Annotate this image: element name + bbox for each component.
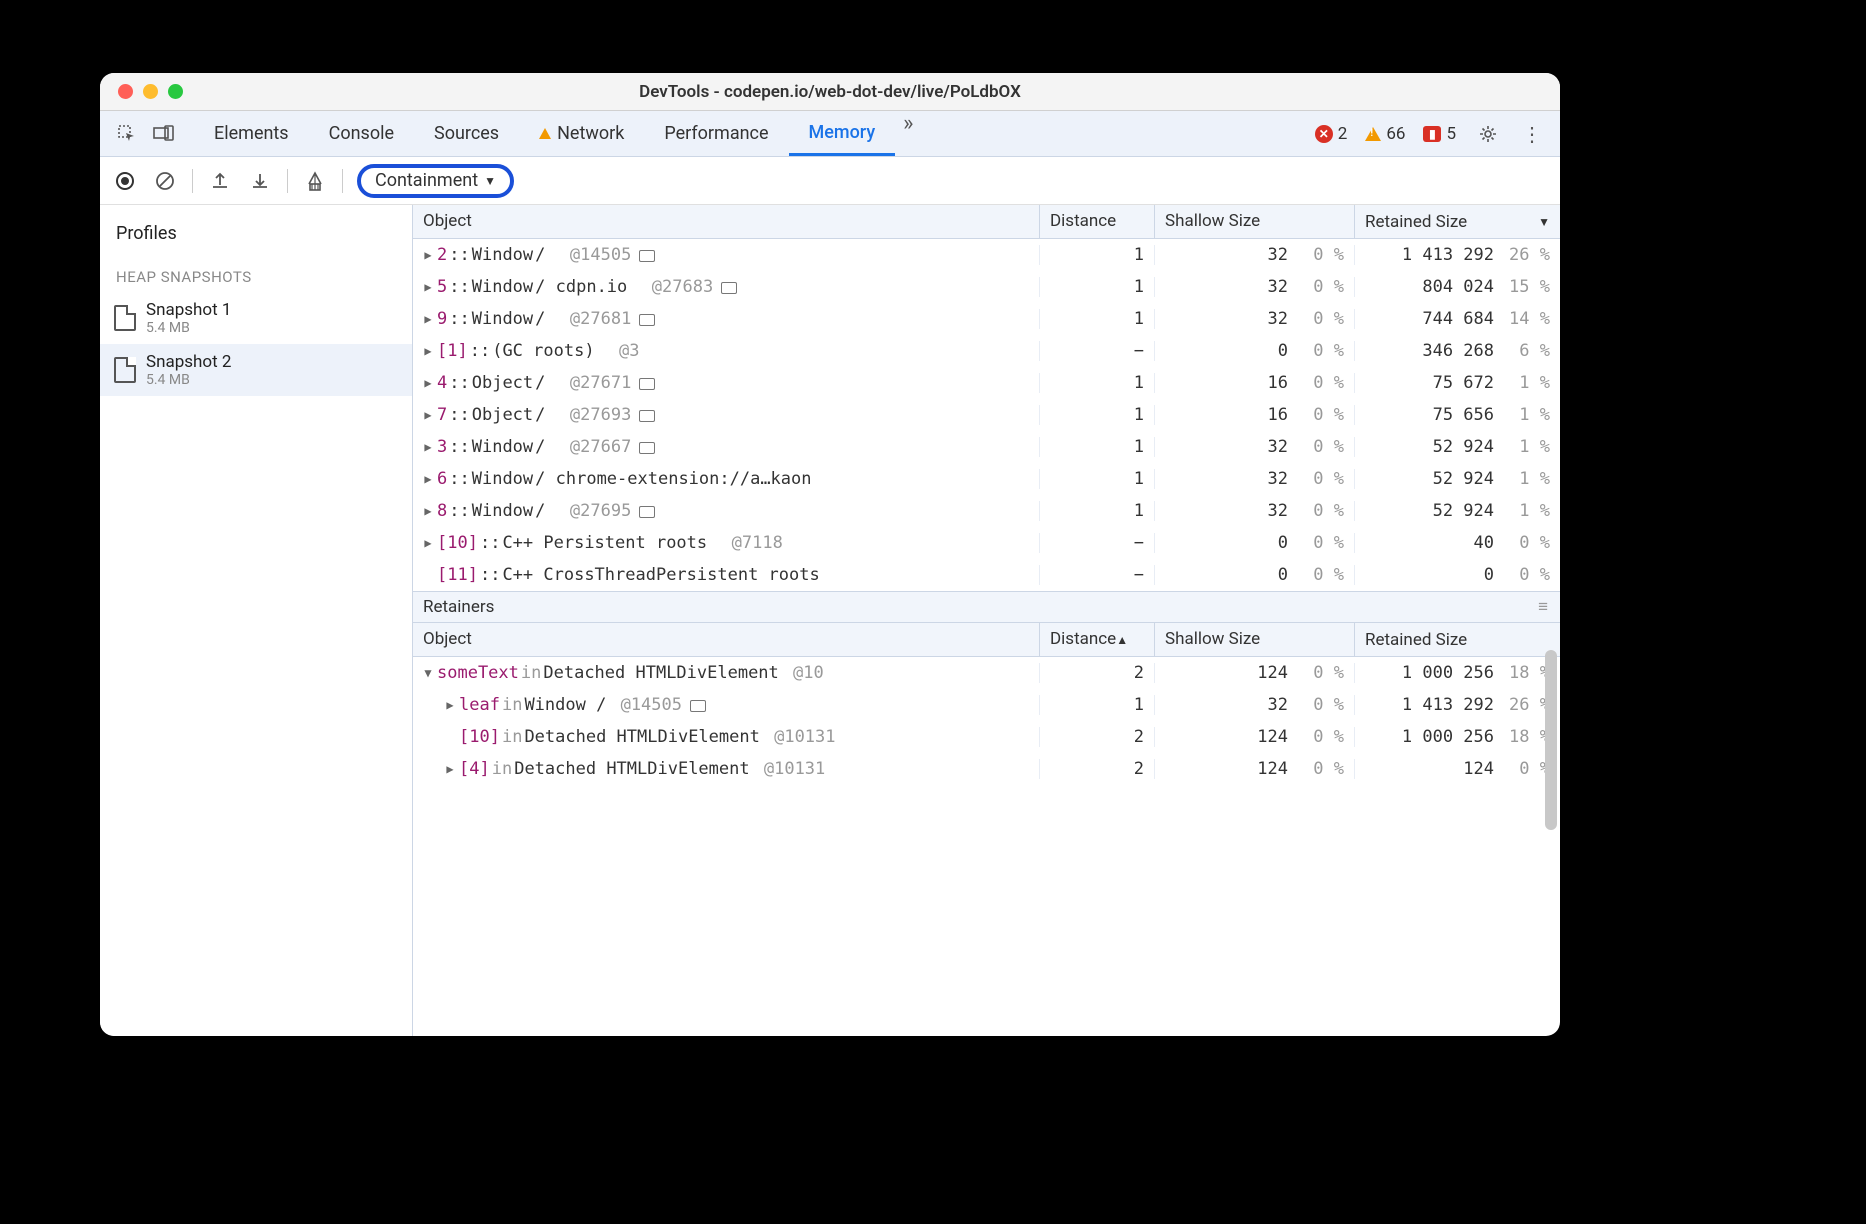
sidebar-section-head: HEAP SNAPSHOTS (100, 262, 412, 292)
error-count[interactable]: ✕2 (1309, 124, 1354, 144)
col-shallow-size[interactable]: Shallow Size (1155, 205, 1355, 238)
expand-icon[interactable]: ▶ (421, 504, 435, 518)
more-tabs-icon[interactable]: » (895, 111, 921, 156)
expand-icon[interactable]: ▶ (443, 762, 457, 776)
chevron-down-icon: ▼ (484, 174, 496, 188)
expand-icon[interactable]: ▶ (443, 698, 457, 712)
expand-icon[interactable]: ▶ (421, 408, 435, 422)
file-icon (114, 305, 136, 331)
sidebar-item-snapshot[interactable]: Snapshot 15.4 MB (100, 292, 412, 344)
expand-icon[interactable]: ▼ (421, 666, 435, 680)
kebab-menu-icon[interactable]: ⋮ (1514, 122, 1550, 146)
expand-icon[interactable]: ▶ (421, 280, 435, 294)
record-icon[interactable] (112, 168, 138, 194)
memory-toolbar: Containment ▼ (100, 157, 1560, 205)
tab-console[interactable]: Console (309, 111, 414, 156)
table-row[interactable]: ▶ leaf in Window / @145051320 %1 413 292… (413, 689, 1560, 721)
tab-sources[interactable]: Sources (414, 111, 519, 156)
garbage-collect-icon[interactable] (302, 168, 328, 194)
window-icon (639, 442, 655, 454)
issue-count[interactable]: ▮5 (1417, 124, 1462, 144)
sidebar-title: Profiles (100, 219, 412, 262)
table-row[interactable]: ▶ 5 :: Window / cdpn.io @276831320 %804 … (413, 271, 1560, 303)
expand-icon[interactable]: ▶ (421, 344, 435, 358)
close-icon[interactable] (118, 84, 133, 99)
table-row[interactable]: ▶ 4 :: Object / @276711160 %75 6721 % (413, 367, 1560, 399)
window-icon (639, 506, 655, 518)
zoom-icon[interactable] (168, 84, 183, 99)
window-title: DevTools - codepen.io/web-dot-dev/live/P… (100, 82, 1560, 102)
window-icon (690, 700, 706, 712)
col-distance[interactable]: Distance▲ (1040, 623, 1155, 656)
inspect-element-icon[interactable] (116, 123, 138, 145)
col-object[interactable]: Object (413, 623, 1040, 656)
minimize-icon[interactable] (143, 84, 158, 99)
table-row[interactable]: [11] :: C++ CrossThreadPersistent roots−… (413, 559, 1560, 591)
load-icon[interactable] (207, 168, 233, 194)
window-titlebar: DevTools - codepen.io/web-dot-dev/live/P… (100, 73, 1560, 111)
col-shallow-size[interactable]: Shallow Size (1155, 623, 1355, 656)
window-icon (721, 282, 737, 294)
clear-icon[interactable] (152, 168, 178, 194)
window-icon (639, 378, 655, 390)
col-distance[interactable]: Distance (1040, 205, 1155, 238)
table-row[interactable]: ▶ 2 :: Window / @145051320 %1 413 29226 … (413, 239, 1560, 271)
table-row[interactable]: ▶ [1] :: (GC roots) @3−00 %346 2686 % (413, 335, 1560, 367)
panel-tabbar: Elements Console Sources Network Perform… (100, 111, 1560, 157)
col-retained-size[interactable]: Retained Size (1355, 623, 1560, 656)
warning-count[interactable]: 66 (1359, 124, 1411, 144)
expand-icon[interactable]: ▶ (421, 472, 435, 486)
retainers-header: Retainers ≡ (413, 591, 1560, 623)
divider (192, 169, 193, 193)
sidebar-item-snapshot[interactable]: Snapshot 25.4 MB (100, 344, 412, 396)
table-row[interactable]: ▶ [4] in Detached HTMLDivElement @101312… (413, 753, 1560, 785)
expand-icon[interactable]: ▶ (421, 312, 435, 326)
view-selector-label: Containment (375, 170, 478, 191)
window-icon (639, 250, 655, 262)
table-row[interactable]: ▶ 8 :: Window / @276951320 %52 9241 % (413, 495, 1560, 527)
table-row[interactable]: [10] in Detached HTMLDivElement @1013121… (413, 721, 1560, 753)
scrollbar[interactable] (1545, 650, 1557, 830)
sort-asc-icon: ▲ (1116, 633, 1128, 647)
tab-elements[interactable]: Elements (194, 111, 309, 156)
divider (342, 169, 343, 193)
expand-icon[interactable] (443, 730, 457, 744)
save-icon[interactable] (247, 168, 273, 194)
objects-header: Object Distance Shallow Size Retained Si… (413, 205, 1560, 239)
col-object[interactable]: Object (413, 205, 1040, 238)
table-row[interactable]: ▶ 9 :: Window / @276811320 %744 68414 % (413, 303, 1560, 335)
expand-icon[interactable] (421, 568, 435, 582)
retainers-columns: Object Distance▲ Shallow Size Retained S… (413, 623, 1560, 657)
expand-icon[interactable]: ▶ (421, 536, 435, 550)
file-icon (114, 357, 136, 383)
table-row[interactable]: ▶ 3 :: Window / @276671320 %52 9241 % (413, 431, 1560, 463)
settings-icon[interactable] (1468, 124, 1508, 144)
profiles-sidebar: Profiles HEAP SNAPSHOTS Snapshot 15.4 MB… (100, 205, 413, 1036)
sort-desc-icon: ▼ (1538, 215, 1550, 229)
expand-icon[interactable]: ▶ (421, 376, 435, 390)
retainers-rows: ▼ someText in Detached HTMLDivElement @1… (413, 657, 1560, 785)
tab-network[interactable]: Network (519, 111, 644, 156)
view-selector[interactable]: Containment ▼ (357, 164, 514, 198)
table-row[interactable]: ▼ someText in Detached HTMLDivElement @1… (413, 657, 1560, 689)
divider (287, 169, 288, 193)
expand-icon[interactable]: ▶ (421, 440, 435, 454)
table-row[interactable]: ▶ 7 :: Object / @276931160 %75 6561 % (413, 399, 1560, 431)
expand-icon[interactable]: ▶ (421, 248, 435, 262)
table-row[interactable]: ▶ 6 :: Window / chrome-extension://a…kao… (413, 463, 1560, 495)
tab-memory[interactable]: Memory (789, 111, 896, 156)
col-retained-size[interactable]: Retained Size▼ (1355, 205, 1560, 238)
devtools-window: DevTools - codepen.io/web-dot-dev/live/P… (100, 73, 1560, 1036)
traffic-lights (100, 84, 183, 99)
table-row[interactable]: ▶ [10] :: C++ Persistent roots @7118−00 … (413, 527, 1560, 559)
device-toolbar-icon[interactable] (153, 123, 175, 145)
retainers-menu-icon[interactable]: ≡ (1538, 597, 1550, 617)
window-icon (639, 314, 655, 326)
window-icon (639, 410, 655, 422)
objects-rows: ▶ 2 :: Window / @145051320 %1 413 29226 … (413, 239, 1560, 591)
tab-performance[interactable]: Performance (644, 111, 788, 156)
